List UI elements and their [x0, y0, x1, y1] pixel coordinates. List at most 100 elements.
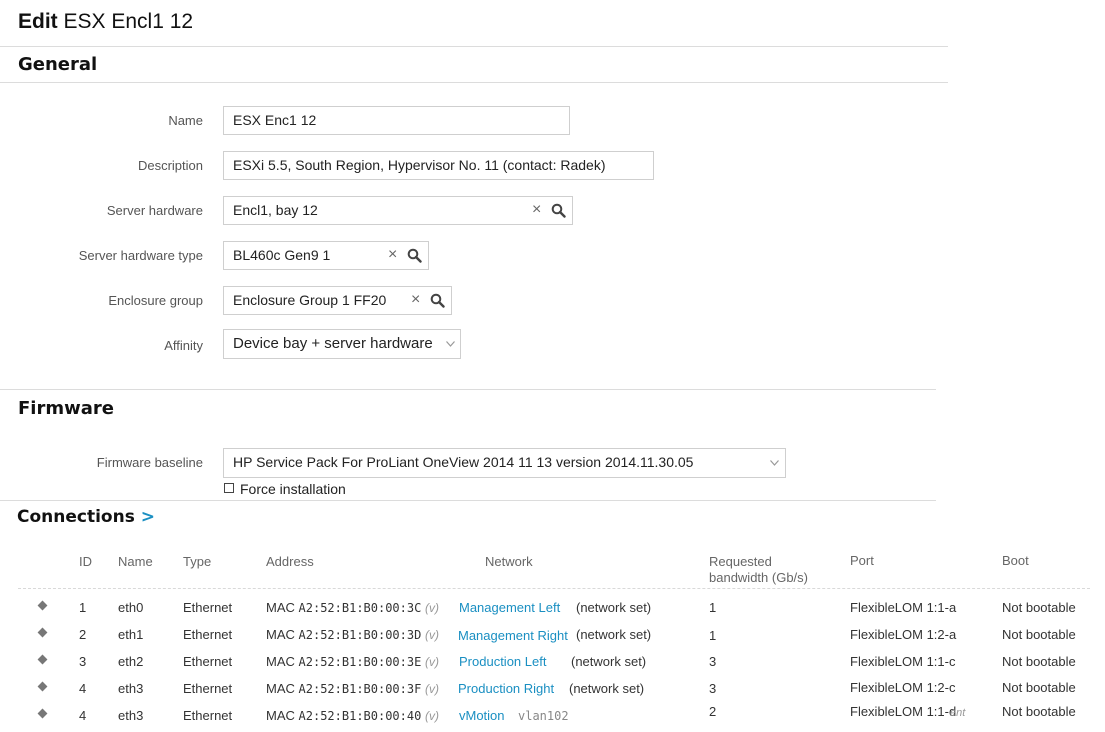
- section-heading-firmware: Firmware: [18, 398, 114, 419]
- cell-address: MAC A2:52:B1:B0:00:3D (v): [266, 627, 439, 642]
- cell-network-type: (network set): [576, 627, 652, 642]
- cell-type: Ethernet: [183, 654, 233, 669]
- cell-boot: Not bootable: [1002, 600, 1076, 615]
- virtual-marker: (v): [424, 709, 439, 723]
- enclosure-group-label: Enclosure group: [108, 293, 203, 308]
- affinity-value: Device bay + server hardware: [233, 335, 433, 352]
- page-title: Edit ESX Encl1 12: [18, 10, 193, 34]
- virtual-marker: (v): [424, 682, 439, 696]
- cell-bandwidth: 3: [709, 654, 717, 669]
- column-header-type[interactable]: Type: [183, 554, 211, 569]
- drag-handle-icon[interactable]: [37, 681, 48, 692]
- mac-value: A2:52:B1:B0:00:3E: [298, 655, 422, 669]
- cell-name: eth1: [118, 627, 144, 642]
- chevron-down-icon: [770, 460, 779, 466]
- clear-icon[interactable]: ×: [532, 197, 541, 222]
- drag-handle-icon[interactable]: [37, 654, 48, 665]
- name-input[interactable]: ESX Enc1 12: [223, 106, 570, 135]
- enclosure-group-value: Enclosure Group 1 FF20: [233, 292, 387, 308]
- column-header-boot[interactable]: Boot: [1002, 553, 1029, 568]
- server-hardware-label: Server hardware: [106, 203, 203, 218]
- affinity-select[interactable]: Device bay + server hardware: [223, 329, 461, 359]
- cell-type: Ethernet: [183, 627, 233, 642]
- search-icon[interactable]: [551, 203, 566, 218]
- server-hardware-input[interactable]: Encl1, bay 12 ×: [223, 196, 573, 225]
- column-header-network[interactable]: Network: [485, 554, 533, 569]
- cell-port: FlexibleLOM 1:2-c: [850, 680, 956, 695]
- virtual-marker: (v): [424, 628, 439, 642]
- divider: [0, 389, 936, 390]
- cell-bandwidth: 2: [709, 704, 717, 719]
- firmware-baseline-value: HP Service Pack For ProLiant OneView 201…: [233, 454, 694, 470]
- section-heading-connections: Connections: [17, 507, 135, 527]
- cell-bandwidth: 1: [709, 628, 717, 643]
- cell-port: FlexibleLOM 1:1-a: [850, 600, 957, 615]
- cell-port: FlexibleLOM 1:2-a: [850, 627, 957, 642]
- mac-label: MAC: [266, 600, 295, 615]
- cell-type: Ethernet: [183, 600, 233, 615]
- cell-network-type: (network set): [569, 681, 645, 696]
- cell-name: eth3: [118, 708, 144, 723]
- mac-label: MAC: [266, 708, 295, 723]
- cell-boot: Not bootable: [1002, 654, 1076, 669]
- mac-label: MAC: [266, 627, 295, 642]
- network-link[interactable]: Production Left: [459, 654, 546, 669]
- network-link[interactable]: Management Right: [458, 628, 568, 643]
- section-heading-general: General: [18, 54, 98, 75]
- drag-handle-icon[interactable]: [37, 600, 48, 611]
- page-title-name: ESX Encl1 12: [63, 10, 194, 33]
- virtual-marker: (v): [424, 601, 439, 615]
- column-header-bandwidth-line1: Requested: [709, 554, 772, 569]
- mac-value: A2:52:B1:B0:00:3C: [298, 601, 422, 615]
- cell-address: MAC A2:52:B1:B0:00:40 (v): [266, 708, 439, 723]
- divider: [0, 46, 948, 47]
- name-value: ESX Enc1 12: [233, 112, 317, 128]
- cell-address: MAC A2:52:B1:B0:00:3C (v): [266, 600, 439, 615]
- page-title-action: Edit: [18, 10, 58, 33]
- network-link[interactable]: Management Left: [459, 600, 560, 615]
- cell-network-type: vlan102: [518, 709, 569, 723]
- cell-address: MAC A2:52:B1:B0:00:3F (v): [266, 681, 439, 696]
- cell-bandwidth: 3: [709, 681, 717, 696]
- cell-name: eth2: [118, 654, 144, 669]
- clear-icon[interactable]: ×: [388, 242, 397, 267]
- drag-handle-icon[interactable]: [37, 627, 48, 638]
- description-input[interactable]: ESXi 5.5, South Region, Hypervisor No. 1…: [223, 151, 654, 180]
- search-icon[interactable]: [407, 248, 422, 263]
- table-header-divider: [18, 588, 1090, 589]
- cell-network-type: (network set): [576, 600, 652, 615]
- mac-value: A2:52:B1:B0:00:40: [298, 709, 422, 723]
- column-header-address[interactable]: Address: [266, 554, 314, 569]
- cell-type: Ethernet: [183, 708, 233, 723]
- cell-type: Ethernet: [183, 681, 233, 696]
- search-icon[interactable]: [430, 293, 445, 308]
- column-header-port[interactable]: Port: [850, 553, 874, 568]
- server-hardware-type-input[interactable]: BL460c Gen9 1 ×: [223, 241, 429, 270]
- clear-icon[interactable]: ×: [411, 287, 420, 312]
- cell-boot: Not bootable: [1002, 704, 1076, 719]
- network-link[interactable]: Production Right: [458, 681, 554, 696]
- column-header-name[interactable]: Name: [118, 554, 153, 569]
- server-hardware-type-value: BL460c Gen9 1: [233, 247, 331, 263]
- enclosure-group-input[interactable]: Enclosure Group 1 FF20 ×: [223, 286, 452, 315]
- cell-name: eth0: [118, 600, 144, 615]
- chevron-right-icon: >: [140, 507, 155, 527]
- virtual-marker: (v): [424, 655, 439, 669]
- cell-id: 2: [79, 627, 87, 642]
- column-header-bandwidth[interactable]: Requested bandwidth (Gb/s): [709, 554, 808, 585]
- name-label: Name: [168, 113, 203, 128]
- network-link[interactable]: vMotion: [459, 708, 505, 723]
- force-installation-checkbox[interactable]: [224, 483, 234, 493]
- firmware-baseline-select[interactable]: HP Service Pack For ProLiant OneView 201…: [223, 448, 786, 478]
- drag-handle-icon[interactable]: [37, 708, 48, 719]
- column-header-id[interactable]: ID: [79, 554, 92, 569]
- divider: [0, 500, 936, 501]
- mac-label: MAC: [266, 681, 295, 696]
- cell-id: 3: [79, 654, 87, 669]
- mac-value: A2:52:B1:B0:00:3D: [298, 628, 422, 642]
- force-installation-label: Force installation: [240, 481, 346, 497]
- connections-heading-link[interactable]: Connections >: [17, 507, 155, 527]
- chevron-down-icon: [446, 341, 455, 347]
- cell-id: 4: [79, 681, 87, 696]
- mac-value: A2:52:B1:B0:00:3F: [298, 682, 422, 696]
